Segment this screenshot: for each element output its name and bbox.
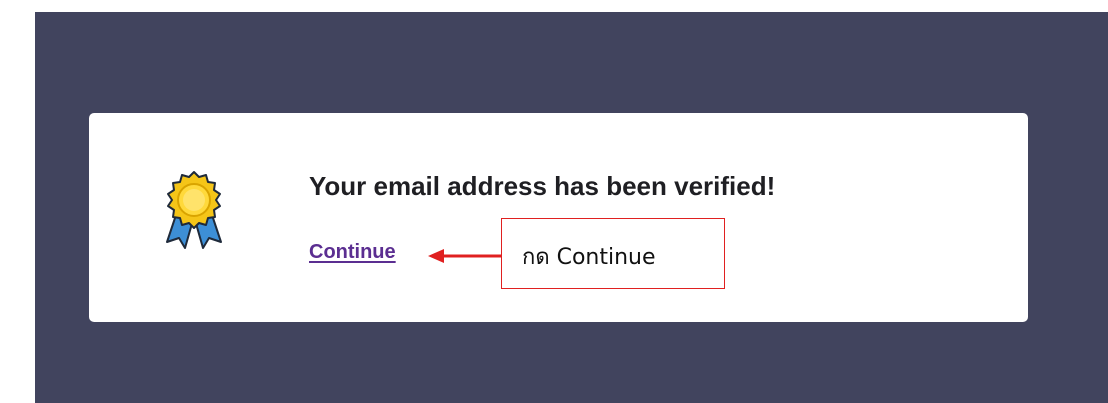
continue-link[interactable]: Continue (309, 241, 396, 264)
annotation-text: กด Continue (522, 245, 656, 270)
annotation-arrow-icon (428, 249, 502, 263)
verification-message: Your email address has been verified! (309, 171, 776, 201)
screenshot-canvas: Your email address has been verified! Co… (0, 0, 1108, 403)
annotation-callout: กด Continue (501, 218, 725, 289)
award-ribbon-icon (166, 171, 222, 249)
